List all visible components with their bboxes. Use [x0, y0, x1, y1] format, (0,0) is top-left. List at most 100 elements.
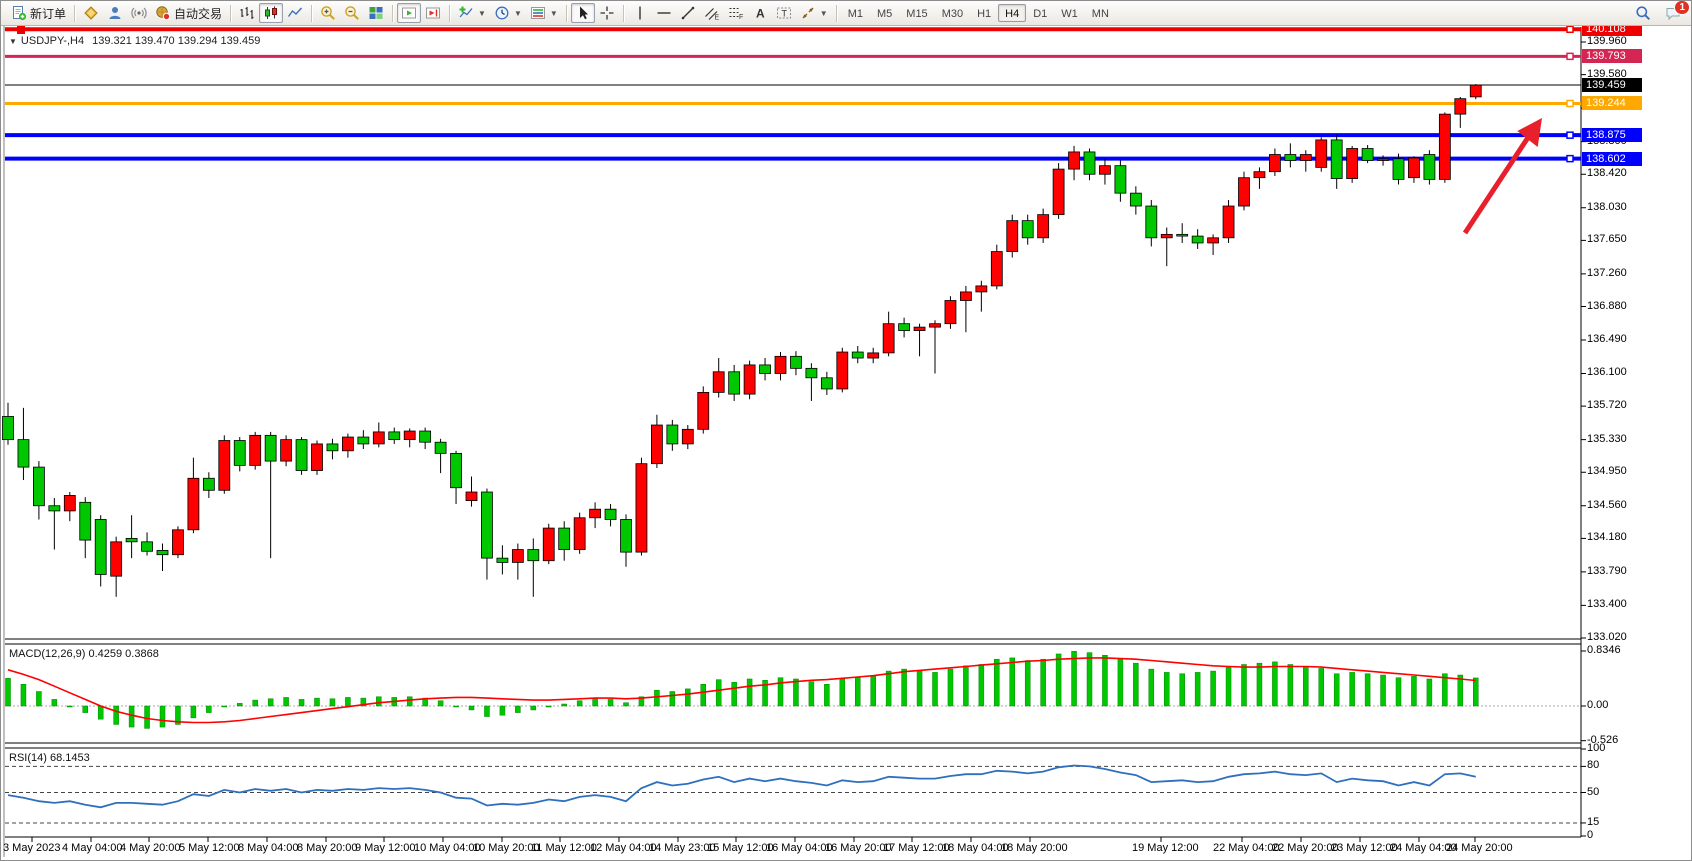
templates-button[interactable]: ▼	[526, 3, 562, 23]
toolbar-separator	[566, 5, 567, 22]
timeframe-m15[interactable]: M15	[899, 4, 934, 22]
rsi-tick: 50	[1587, 786, 1599, 798]
candlestick-chart-button[interactable]	[259, 3, 283, 23]
toolbar-separator	[230, 5, 231, 22]
search-button[interactable]	[1631, 3, 1655, 23]
time-tick: 8 May 04:00	[238, 842, 299, 854]
text-button[interactable]: A	[748, 3, 772, 23]
horizontal-line-button[interactable]	[652, 3, 676, 23]
price-tick: 138.420	[1587, 167, 1627, 179]
toolbar-separator	[623, 5, 624, 22]
gold-box-icon	[83, 5, 99, 21]
rsi-tick: 0	[1587, 829, 1593, 841]
line-chart-button[interactable]	[283, 3, 307, 23]
time-tick: 18 May 04:00	[942, 842, 1009, 854]
zoom-in-icon	[320, 5, 336, 21]
price-tick: 133.790	[1587, 565, 1627, 577]
data-feed-button[interactable]	[127, 3, 151, 23]
timeframe-mn[interactable]: MN	[1085, 4, 1116, 22]
timeframe-h4[interactable]: H4	[998, 4, 1026, 22]
price-tick: 136.880	[1587, 300, 1627, 312]
trendline-button[interactable]	[676, 3, 700, 23]
chart-profile-button[interactable]	[79, 3, 103, 23]
rsi-tick: 15	[1587, 816, 1599, 828]
equich-icon: E	[704, 5, 720, 21]
price-line-badge: 139.244	[1582, 96, 1642, 110]
fibonacci-button[interactable]: F	[724, 3, 748, 23]
vline-icon	[632, 5, 648, 21]
macd-tick: 0.00	[1587, 699, 1608, 711]
tile-windows-button[interactable]	[364, 3, 388, 23]
chart-dropdown-icon[interactable]: ▼	[9, 37, 17, 46]
person-icon	[107, 5, 123, 21]
timeframe-m5[interactable]: M5	[870, 4, 899, 22]
timeframe-m1[interactable]: M1	[841, 4, 870, 22]
macd-name: MACD(12,26,9)	[9, 648, 85, 660]
ohlc-values: 139.321 139.470 139.294 139.459	[92, 35, 260, 47]
chart-shift-button[interactable]	[421, 3, 445, 23]
timeframe-w1[interactable]: W1	[1054, 4, 1085, 22]
cursor-icon	[575, 5, 591, 21]
rsi-label: RSI(14) 68.1453	[9, 752, 90, 764]
toolbar-separator	[836, 5, 837, 22]
time-tick: 10 May 20:00	[473, 842, 540, 854]
equidistant-channel-button[interactable]: E	[700, 3, 724, 23]
timeframe-d1[interactable]: D1	[1026, 4, 1054, 22]
price-tick: 135.330	[1587, 433, 1627, 445]
price-line-badge: 139.793	[1582, 49, 1642, 63]
indicators-button[interactable]: ▼	[454, 3, 490, 23]
time-tick: 23 May 12:00	[1331, 842, 1398, 854]
bar-chart-button[interactable]	[235, 3, 259, 23]
auto-scroll-button[interactable]	[397, 3, 421, 23]
zoom-out-button[interactable]	[340, 3, 364, 23]
zoom-in-button[interactable]	[316, 3, 340, 23]
new-order-button[interactable]: 新订单	[7, 3, 70, 23]
time-tick: 4 May 04:00	[62, 842, 123, 854]
doc-plus-icon	[11, 5, 27, 21]
toolbar-separator	[392, 5, 393, 22]
time-tick: 16 May 04:00	[766, 842, 833, 854]
macd-values: 0.4259 0.3868	[88, 648, 158, 660]
time-tick: 14 May 23:00	[649, 842, 716, 854]
price-tick: 137.260	[1587, 267, 1627, 279]
chevron-down-icon: ▼	[820, 9, 828, 18]
label-t-icon: T	[776, 5, 792, 21]
auto-trading-button[interactable]: 自动交易	[151, 3, 226, 23]
text-label-button[interactable]: T	[772, 3, 796, 23]
crosshair-icon	[599, 5, 615, 21]
notifications-button[interactable]: 1	[1661, 3, 1685, 23]
timeframe-h1[interactable]: H1	[970, 4, 998, 22]
time-tick: 8 May 20:00	[297, 842, 358, 854]
cursor-button[interactable]	[571, 3, 595, 23]
shift-icon	[425, 5, 441, 21]
periods-button[interactable]: ▼	[490, 3, 526, 23]
notification-badge: 1	[1674, 0, 1690, 15]
chart-canvas[interactable]	[1, 1, 1692, 861]
mt4-window: 新订单自动交易▼▼▼EFAT▼M1M5M15M30H1H4D1W1MN 1 ▼U…	[0, 0, 1692, 861]
rsi-tick: 100	[1587, 742, 1605, 754]
macd-tick: 0.8346	[1587, 644, 1621, 656]
candles-icon	[263, 5, 279, 21]
market-watch-button[interactable]	[103, 3, 127, 23]
clock-icon	[494, 5, 510, 21]
time-tick: 4 May 20:00	[120, 842, 181, 854]
timeframe-m30[interactable]: M30	[935, 4, 970, 22]
toolbar-separator	[311, 5, 312, 22]
chevron-down-icon: ▼	[478, 9, 486, 18]
price-tick: 133.020	[1587, 631, 1627, 643]
time-tick: 15 May 12:00	[707, 842, 774, 854]
vertical-line-button[interactable]	[628, 3, 652, 23]
price-tick: 136.490	[1587, 333, 1627, 345]
time-tick: 10 May 04:00	[414, 842, 481, 854]
svg-text:F: F	[739, 14, 743, 21]
toolbar-separator	[449, 5, 450, 22]
price-tick: 134.950	[1587, 465, 1627, 477]
bars-icon	[239, 5, 255, 21]
shapes-button[interactable]: ▼	[796, 3, 832, 23]
time-tick: 5 May 12:00	[179, 842, 240, 854]
indicators-icon	[458, 5, 474, 21]
time-tick: 16 May 20:00	[825, 842, 892, 854]
crosshair-button[interactable]	[595, 3, 619, 23]
macd-label: MACD(12,26,9) 0.4259 0.3868	[9, 648, 159, 660]
time-tick: 17 May 12:00	[883, 842, 950, 854]
